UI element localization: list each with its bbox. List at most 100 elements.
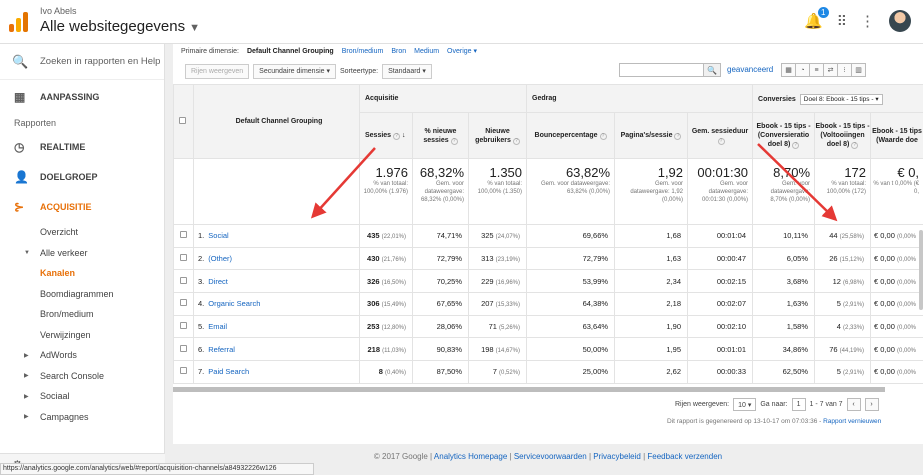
row-checkbox[interactable] bbox=[180, 231, 187, 239]
row-checkbox[interactable] bbox=[180, 276, 187, 284]
completions-value: 5 bbox=[836, 367, 841, 377]
sidebar-sub-source-medium[interactable]: Bron/medium bbox=[0, 304, 164, 325]
dimension-link-source[interactable]: Bron bbox=[391, 48, 406, 55]
dimension-header[interactable]: Default Channel Grouping bbox=[193, 84, 360, 159]
sidebar-sub-channels[interactable]: Kanalen bbox=[0, 263, 164, 284]
vertical-scrollbar[interactable] bbox=[919, 230, 923, 310]
view-performance-icon[interactable]: ≡ bbox=[809, 63, 824, 77]
sort-type-label: Sorteertype: bbox=[340, 67, 379, 75]
col-avg-duration[interactable]: Gem. sessieduur? bbox=[687, 112, 754, 159]
channel-link[interactable]: (Other) bbox=[204, 254, 232, 263]
dimension-link-source-medium[interactable]: Bron/medium bbox=[342, 48, 384, 55]
advanced-filter-link[interactable]: geavanceerd bbox=[727, 65, 773, 74]
row-checkbox[interactable] bbox=[180, 367, 187, 375]
help-icon[interactable]: ? bbox=[674, 133, 682, 140]
sidebar-sub-referrals[interactable]: Verwijzingen bbox=[0, 325, 164, 346]
table-body: 1. Social 435 (22,01%) 74,71% 325 (24,07%) 69… bbox=[173, 224, 923, 384]
table-row[interactable]: 6. Referral 218 (11,03%) 90,83% 198 (14,67%)… bbox=[173, 337, 923, 362]
view-pie-icon[interactable]: ◔ bbox=[795, 63, 810, 77]
row-value: € 0,00 (0,00% bbox=[870, 292, 923, 316]
view-pivot-icon[interactable]: ▥ bbox=[851, 63, 866, 77]
channel-link[interactable]: Social bbox=[204, 231, 228, 240]
completions-value: 76 bbox=[829, 344, 838, 354]
sidebar-sub-label: Campagnes bbox=[40, 411, 89, 422]
goal-select[interactable]: Doel 8: Ebook - 15 tips - ▾ bbox=[799, 93, 883, 105]
row-duration: 00:02:15 bbox=[687, 269, 754, 294]
sidebar-sub-overview[interactable]: Overzicht bbox=[0, 222, 164, 243]
col-sessions[interactable]: Sessies? ↓ bbox=[359, 112, 413, 159]
help-icon[interactable]: ? bbox=[512, 137, 520, 145]
sidebar-sub-social[interactable]: ▶ Sociaal bbox=[0, 386, 164, 407]
secondary-dimension-select[interactable]: Secundaire dimensie ▾ bbox=[253, 63, 336, 79]
table-row[interactable]: 3. Direct 326 (16,50%) 70,25% 229 (16,96%) 53… bbox=[173, 269, 923, 294]
col-new-sessions-pct[interactable]: % nieuwe sessies? bbox=[412, 112, 469, 159]
refresh-report-link[interactable]: Rapport vernieuwen bbox=[823, 418, 881, 425]
goto-input[interactable]: 1 bbox=[791, 398, 806, 411]
footer-link-feedback[interactable]: Feedback verzenden bbox=[647, 452, 722, 461]
col-bounce-rate[interactable]: Bouncepercentage? bbox=[526, 112, 616, 159]
channel-link[interactable]: Email bbox=[204, 322, 227, 331]
channel-link[interactable]: Organic Search bbox=[204, 299, 260, 308]
table-row[interactable]: 1. Social 435 (22,01%) 74,71% 325 (24,07%) 69… bbox=[173, 224, 923, 248]
sidebar-sub-campaigns[interactable]: ▶ Campagnes bbox=[0, 407, 164, 428]
col-pages-per-session[interactable]: Pagina's/sessie? bbox=[614, 112, 689, 159]
table-search-button[interactable]: 🔍 bbox=[703, 63, 721, 77]
help-icon[interactable]: ? bbox=[393, 133, 401, 140]
footer-link-privacy[interactable]: Privacybeleid bbox=[593, 452, 641, 461]
channel-link[interactable]: Referral bbox=[204, 345, 235, 354]
sessions-pct: (12,80%) bbox=[381, 325, 406, 332]
col-new-users[interactable]: Nieuwe gebruikers? bbox=[467, 112, 528, 159]
sidebar-item-acquisition[interactable]: ⊱ ACQUISITIE bbox=[0, 192, 164, 222]
row-completions: 44 (25,58%) bbox=[814, 224, 872, 248]
apps-grid-icon[interactable]: ⠿ bbox=[837, 13, 847, 30]
sidebar-item-audience[interactable]: 👤 DOELGROEP bbox=[0, 162, 164, 192]
channel-link[interactable]: Direct bbox=[204, 277, 228, 286]
row-checkbox[interactable] bbox=[180, 344, 187, 352]
report-search[interactable]: 🔍 Zoeken in rapporten en Help bbox=[0, 44, 164, 80]
notifications-button[interactable]: 🔔 1 bbox=[804, 7, 829, 30]
table-row[interactable]: 2. (Other) 430 (21,76%) 72,79% 313 (23,19%) 7… bbox=[173, 246, 923, 271]
property-selector[interactable]: Alle websitegegevens ▼ bbox=[40, 18, 200, 35]
sort-type-select[interactable]: Standaard ▾ bbox=[382, 63, 432, 79]
sidebar-sub-search-console[interactable]: ▶ Search Console bbox=[0, 366, 164, 387]
sidebar-item-customization[interactable]: ▦ AANPASSING bbox=[0, 80, 164, 114]
row-checkbox[interactable] bbox=[180, 254, 187, 262]
dimension-link-other[interactable]: Overige ▾ bbox=[447, 47, 477, 55]
sessions-pct: (0,40%) bbox=[384, 370, 406, 377]
horizontal-scrollbar[interactable] bbox=[173, 387, 885, 392]
help-icon[interactable]: ? bbox=[599, 133, 607, 140]
table-row[interactable]: 7. Paid Search 8 (0,40%) 87,50% 7 (0,52%) 25,… bbox=[173, 360, 923, 384]
footer-link-terms[interactable]: Servicevoorwaarden bbox=[514, 452, 587, 461]
rows-per-page-select[interactable]: 10 ▾ bbox=[733, 398, 757, 411]
view-table-icon[interactable]: ▦ bbox=[781, 63, 796, 77]
sidebar-sub-treemaps[interactable]: Boomdiagrammen bbox=[0, 284, 164, 305]
row-checkbox[interactable] bbox=[180, 299, 187, 307]
col-completions[interactable]: Ebook - 15 tips - (Voltooiingen doel 8)? bbox=[814, 112, 872, 159]
help-icon[interactable]: ? bbox=[450, 137, 458, 145]
row-conv-rate: 34,86% bbox=[752, 337, 816, 362]
footer-link-analytics-home[interactable]: Analytics Homepage bbox=[434, 452, 507, 461]
sidebar-sub-all-traffic[interactable]: ▼ Alle verkeer bbox=[0, 243, 164, 264]
dimension-link-medium[interactable]: Medium bbox=[414, 48, 439, 55]
table-row[interactable]: 4. Organic Search 306 (15,49%) 67,65% 207 (1… bbox=[173, 292, 923, 316]
help-icon[interactable]: ? bbox=[717, 137, 725, 145]
view-compare-icon[interactable]: ⇄ bbox=[823, 63, 838, 77]
view-term-cloud-icon[interactable]: ⁝ bbox=[837, 63, 852, 77]
sidebar-item-realtime[interactable]: ◷ REALTIME bbox=[0, 132, 164, 162]
search-input[interactable]: Zoeken in rapporten en Help bbox=[40, 56, 160, 67]
help-icon[interactable]: ? bbox=[851, 142, 859, 149]
completions-pct: (6,98%) bbox=[843, 279, 865, 286]
row-checkbox[interactable] bbox=[180, 322, 187, 330]
sidebar-sub-adwords[interactable]: ▶ AdWords bbox=[0, 345, 164, 366]
more-vert-icon[interactable]: ⋮ bbox=[860, 12, 875, 30]
col-value[interactable]: Ebook - 15 tips (Waarde doe bbox=[870, 112, 923, 159]
help-icon[interactable]: ? bbox=[792, 142, 800, 149]
select-all-checkbox[interactable] bbox=[179, 117, 186, 124]
prev-page-button[interactable]: ‹ bbox=[846, 398, 861, 411]
avatar[interactable] bbox=[889, 10, 911, 32]
next-page-button[interactable]: › bbox=[864, 398, 879, 411]
channel-link[interactable]: Paid Search bbox=[204, 367, 249, 376]
col-conversion-rate[interactable]: Ebook - 15 tips - (Conversieratio doel 8… bbox=[752, 112, 816, 159]
table-row[interactable]: 5. Email 253 (12,80%) 28,06% 71 (5,26%) 63,64… bbox=[173, 314, 923, 339]
plot-rows-button[interactable]: Rijen weergeven bbox=[185, 63, 250, 79]
